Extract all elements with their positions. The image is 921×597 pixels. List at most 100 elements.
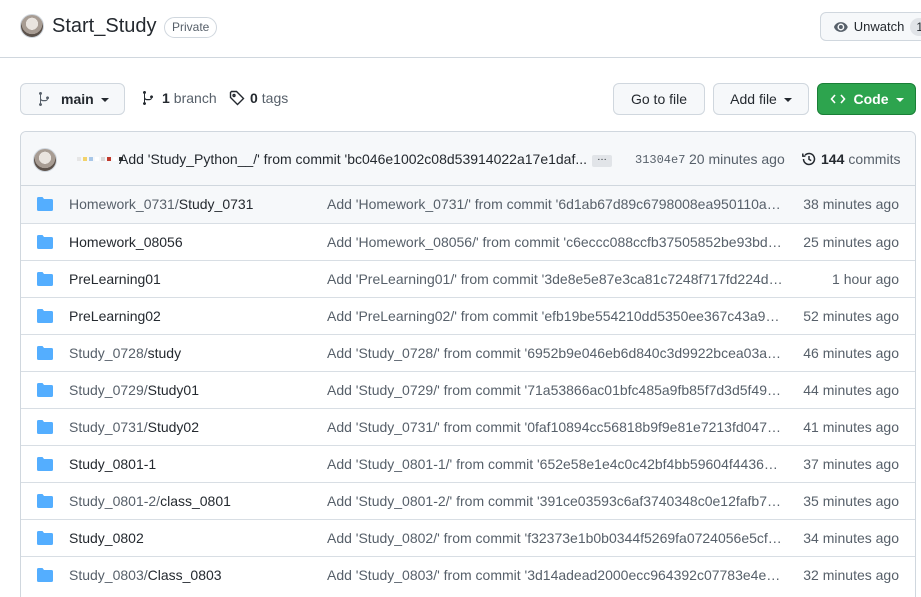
branch-select-button[interactable]: main: [20, 83, 125, 115]
unwatch-button[interactable]: Unwatch 1: [820, 12, 921, 41]
folder-icon: [37, 346, 53, 360]
file-name-path: Study_0801-1: [69, 456, 157, 472]
file-commit-time: 35 minutes ago: [803, 493, 899, 509]
file-row[interactable]: Homework_08056 Add 'Homework_08056/' from…: [21, 223, 915, 260]
unwatch-label: Unwatch: [853, 19, 905, 34]
file-name[interactable]: Study_0729/Study01: [69, 382, 199, 398]
code-button[interactable]: Code: [817, 83, 916, 115]
file-commit-message[interactable]: Add 'PreLearning01/' from commit '3de8e5…: [327, 271, 785, 287]
file-name[interactable]: PreLearning02: [69, 308, 161, 324]
file-commit-message[interactable]: Add 'PreLearning02/' from commit 'efb19b…: [327, 308, 785, 324]
file-name-path: PreLearning02: [69, 308, 161, 324]
file-commit-message[interactable]: Add 'Study_0802/' from commit 'f32373e1b…: [327, 530, 785, 546]
file-name[interactable]: Study_0731/Study02: [69, 419, 199, 435]
file-name[interactable]: Homework_08056: [69, 234, 183, 250]
file-commit-time: 41 minutes ago: [803, 419, 899, 435]
tag-count-label: tags: [261, 90, 289, 106]
file-commit-time: 34 minutes ago: [803, 530, 899, 546]
file-list: Homework_0731/Study_0731 Add 'Homework_07…: [21, 186, 915, 593]
expand-commit-button[interactable]: …: [592, 153, 612, 167]
commit-count: 144: [821, 151, 845, 167]
file-commit-message[interactable]: Add 'Study_0801-2/' from commit '391ce03…: [327, 493, 785, 509]
file-commit-message[interactable]: Add 'Study_0801-1/' from commit '652e58e…: [327, 456, 785, 472]
repo-header: Start_Study Private Unwatch 1: [0, 0, 921, 58]
file-name-path: Study_0801-2/: [69, 493, 161, 509]
branch-count: 1: [162, 90, 170, 106]
file-row[interactable]: Study_0801-2/class_0801 Add 'Study_0801-2…: [21, 482, 915, 519]
file-name-leaf: class_0801: [160, 493, 231, 509]
file-commit-time: 32 minutes ago: [803, 567, 899, 583]
folder-icon: [37, 457, 53, 471]
file-commit-message[interactable]: Add 'Study_0803/' from commit '3d14adead…: [327, 567, 785, 583]
file-name-path: Study_0729/: [69, 382, 148, 398]
file-name[interactable]: Study_0728/study: [69, 345, 181, 361]
file-name[interactable]: PreLearning01: [69, 271, 161, 287]
file-row[interactable]: Study_0802 Add 'Study_0802/' from commit …: [21, 519, 915, 556]
file-name-leaf: Study02: [147, 419, 199, 435]
folder-icon: [37, 568, 53, 582]
branch-name: main: [61, 91, 94, 107]
file-row[interactable]: Study_0803/Class_0803 Add 'Study_0803/' f…: [21, 556, 915, 593]
file-name-leaf: Class_0803: [147, 567, 222, 583]
file-name[interactable]: Study_0803/Class_0803: [69, 567, 222, 583]
git-branch-icon: [143, 90, 154, 106]
folder-icon: [37, 531, 53, 545]
committer-name-redacted: [77, 157, 123, 161]
folder-icon: [37, 197, 53, 211]
file-commit-time: 37 minutes ago: [803, 456, 899, 472]
owner-avatar[interactable]: [20, 14, 44, 38]
file-name-leaf: Study01: [147, 382, 199, 398]
file-row[interactable]: Homework_0731/Study_0731 Add 'Homework_07…: [21, 186, 915, 223]
add-file-button[interactable]: Add file: [713, 83, 809, 115]
history-icon: [802, 152, 816, 166]
visibility-badge: Private: [164, 17, 218, 38]
folder-icon: [37, 235, 53, 249]
file-commit-message[interactable]: Add 'Study_0731/' from commit '0faf10894…: [327, 419, 785, 435]
file-name-path: PreLearning01: [69, 271, 161, 287]
file-name-path: Study_0728/: [69, 345, 148, 361]
code-label: Code: [853, 91, 889, 107]
go-to-file-button[interactable]: Go to file: [613, 83, 705, 115]
file-commit-message[interactable]: Add 'Study_0728/' from commit '6952b9e04…: [327, 345, 785, 361]
file-commit-time: 52 minutes ago: [803, 308, 899, 324]
file-commit-message[interactable]: Add 'Study_0729/' from commit '71a53866a…: [327, 382, 785, 398]
branches-link[interactable]: 1 branch: [141, 90, 217, 106]
code-icon: [829, 94, 846, 104]
latest-commit-message[interactable]: Add 'Study_Python__/' from commit 'bc046…: [119, 151, 587, 167]
commit-sha[interactable]: 31304e7: [635, 153, 685, 167]
file-name-path: Study_0803/: [69, 567, 148, 583]
commit-time: 20 minutes ago: [689, 151, 785, 167]
tag-icon: [229, 90, 245, 106]
latest-commit-bar: Add 'Study_Python__/' from commit 'bc046…: [21, 132, 915, 186]
file-name-path: Homework_0731/: [69, 196, 179, 212]
eye-icon: [833, 21, 848, 32]
file-name[interactable]: Study_0801-2/class_0801: [69, 493, 231, 509]
file-name-path: Homework_08056: [69, 234, 183, 250]
file-row[interactable]: Study_0729/Study01 Add 'Study_0729/' from…: [21, 371, 915, 408]
tags-link[interactable]: 0 tags: [229, 90, 288, 106]
file-name-leaf: Study_0731: [178, 196, 254, 212]
folder-icon: [37, 272, 53, 286]
file-commit-message[interactable]: Add 'Homework_08056/' from commit 'c6ecc…: [327, 234, 785, 250]
file-row[interactable]: PreLearning01 Add 'PreLearning01/' from c…: [21, 260, 915, 297]
file-row[interactable]: Study_0728/study Add 'Study_0728/' from c…: [21, 334, 915, 371]
folder-icon: [37, 420, 53, 434]
file-row[interactable]: Study_0801-1 Add 'Study_0801-1/' from com…: [21, 445, 915, 482]
repo-name[interactable]: Start_Study: [52, 15, 157, 38]
file-name[interactable]: Study_0802: [69, 530, 144, 546]
file-row[interactable]: PreLearning02 Add 'PreLearning02/' from c…: [21, 297, 915, 334]
folder-icon: [37, 309, 53, 323]
file-commit-message[interactable]: Add 'Homework_0731/' from commit '6d1ab6…: [327, 196, 785, 212]
file-browser: Add 'Study_Python__/' from commit 'bc046…: [20, 131, 916, 597]
file-row[interactable]: Study_0731/Study02 Add 'Study_0731/' from…: [21, 408, 915, 445]
file-name[interactable]: Study_0801-1: [69, 456, 156, 472]
watch-count: 1: [910, 17, 921, 36]
file-name-path: Study_0731/: [69, 419, 148, 435]
file-name[interactable]: Homework_0731/Study_0731: [69, 196, 253, 212]
commits-link[interactable]: 144 commits: [801, 151, 900, 167]
file-commit-time: 46 minutes ago: [803, 345, 899, 361]
folder-icon: [37, 494, 53, 508]
file-commit-time: 44 minutes ago: [803, 382, 899, 398]
file-commit-time: 25 minutes ago: [803, 234, 899, 250]
committer-avatar[interactable]: [33, 148, 57, 172]
